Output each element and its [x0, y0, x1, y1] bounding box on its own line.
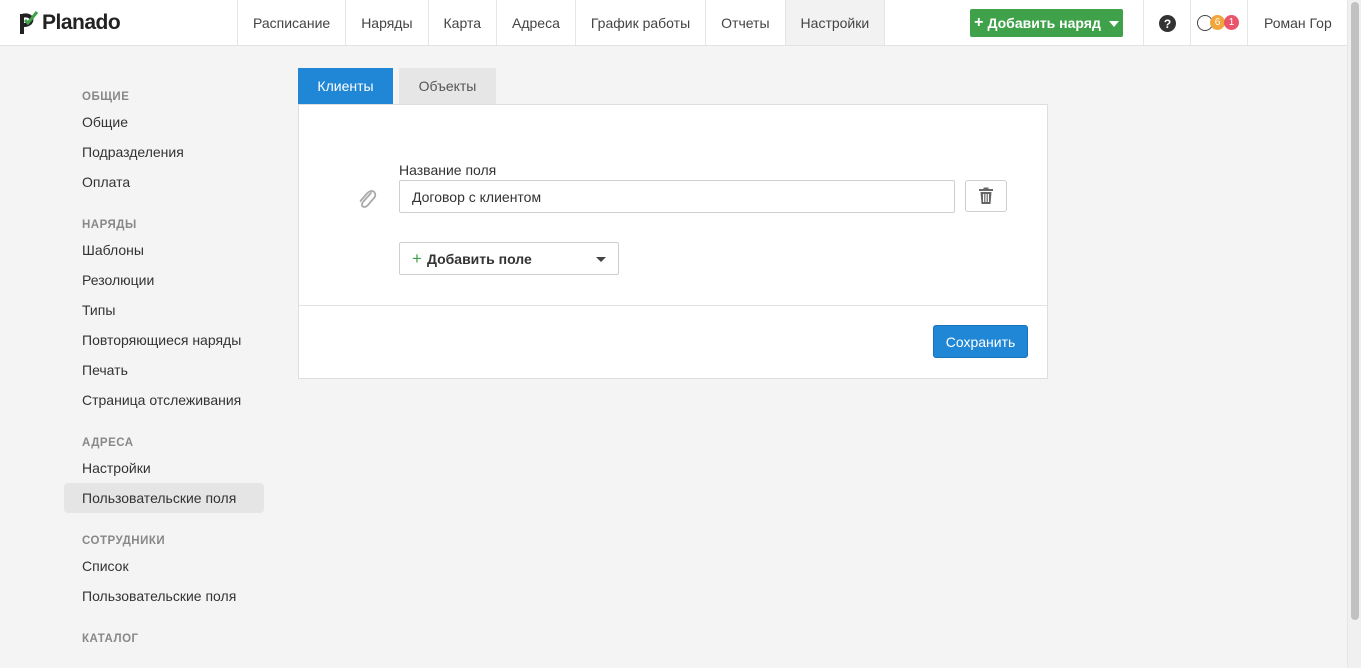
logo-icon [20, 11, 39, 34]
scrollbar-thumb[interactable] [1351, 2, 1359, 620]
sidebar-item-recurring-orders[interactable]: Повторяющиеся наряды [64, 325, 264, 355]
sidebar-item-templates[interactable]: Шаблоны [64, 235, 264, 265]
settings-sidebar: ОБЩИЕ Общие Подразделения Оплата НАРЯДЫ … [64, 80, 264, 649]
delete-field-button[interactable] [965, 180, 1007, 212]
nav-item-orders[interactable]: Наряды [346, 0, 429, 45]
nav-item-reports[interactable]: Отчеты [706, 0, 786, 45]
sidebar-item-employee-custom-fields[interactable]: Пользовательские поля [64, 581, 264, 611]
divider [1190, 0, 1191, 45]
help-icon[interactable]: ? [1159, 15, 1176, 32]
sidebar-section-orders: НАРЯДЫ [82, 219, 137, 231]
add-order-button[interactable]: + Добавить наряд [970, 9, 1123, 37]
sidebar-item-general[interactable]: Общие [64, 107, 264, 137]
sidebar-item-tracking-page[interactable]: Страница отслеживания [64, 385, 264, 415]
divider [1143, 0, 1144, 45]
scrollbar[interactable] [1347, 0, 1361, 668]
caret-down-icon [1108, 21, 1119, 27]
tab-clients[interactable]: Клиенты [298, 68, 393, 104]
caret-down-icon [596, 257, 606, 262]
sidebar-item-print[interactable]: Печать [64, 355, 264, 385]
sidebar-item-types[interactable]: Типы [64, 295, 264, 325]
sidebar-item-employee-list[interactable]: Список [64, 551, 264, 581]
top-bar: Planado Расписание Наряды Карта Адреса Г… [0, 0, 1347, 46]
sidebar-section-general: ОБЩИЕ [82, 91, 130, 103]
add-field-dropdown[interactable]: + Добавить поле [399, 242, 619, 275]
notification-badge-red: 1 [1224, 15, 1239, 30]
panel-divider [299, 305, 1047, 306]
sidebar-section-catalog: КАТАЛОГ [82, 633, 139, 645]
logo[interactable]: Planado [19, 10, 121, 36]
sidebar-item-address-settings[interactable]: Настройки [64, 453, 264, 483]
notification-badge-orange: 6 [1210, 15, 1225, 30]
divider [1247, 0, 1248, 45]
notifications-button[interactable]: 6 1 [1197, 14, 1243, 32]
logo-text: Planado [42, 11, 121, 34]
sidebar-item-address-custom-fields[interactable]: Пользовательские поля [64, 483, 264, 513]
paperclip-icon[interactable] [356, 187, 378, 211]
user-menu[interactable]: Роман Гор [1264, 15, 1332, 31]
add-order-label: Добавить наряд [987, 15, 1101, 31]
sidebar-section-addresses: АДРЕСА [82, 437, 134, 449]
main-nav: Расписание Наряды Карта Адреса График ра… [237, 0, 886, 45]
trash-icon [979, 187, 993, 204]
nav-item-settings[interactable]: Настройки [785, 0, 886, 45]
tab-objects[interactable]: Объекты [399, 68, 496, 104]
sidebar-item-departments[interactable]: Подразделения [64, 137, 264, 167]
sidebar-item-resolutions[interactable]: Резолюции [64, 265, 264, 295]
sidebar-item-payment[interactable]: Оплата [64, 167, 264, 197]
plus-icon: + [412, 249, 422, 268]
nav-item-schedule[interactable]: Расписание [238, 0, 347, 45]
field-name-label: Название поля [399, 162, 497, 178]
sidebar-section-employees: СОТРУДНИКИ [82, 535, 166, 547]
field-name-input[interactable]: Договор с клиентом [399, 180, 955, 213]
custom-fields-panel: Название поля Договор с клиентом + Добав… [298, 104, 1048, 379]
nav-item-addresses[interactable]: Адреса [497, 0, 576, 45]
plus-icon: + [974, 14, 984, 31]
nav-item-map[interactable]: Карта [429, 0, 497, 45]
add-field-label: Добавить поле [426, 250, 532, 267]
save-button[interactable]: Сохранить [933, 325, 1028, 358]
nav-item-work-schedule[interactable]: График работы [576, 0, 707, 45]
